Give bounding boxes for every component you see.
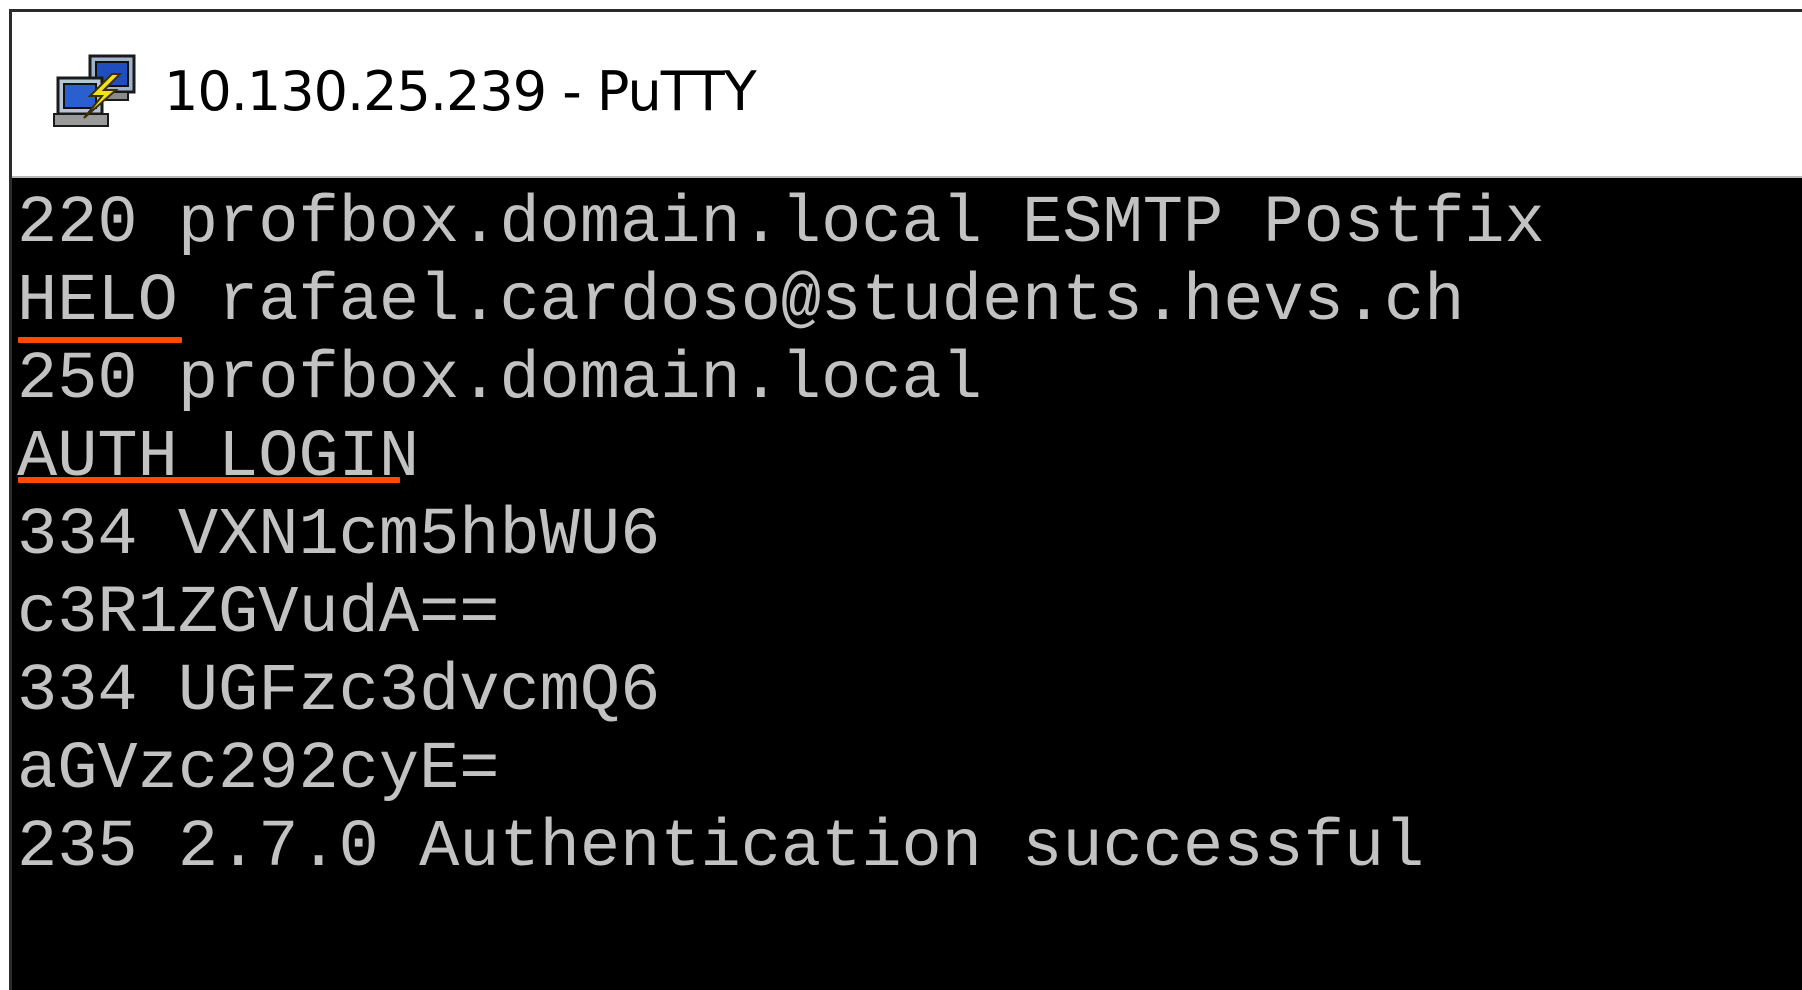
terminal-line: AUTH LOGIN	[17, 420, 420, 496]
auth-login-underline	[18, 477, 400, 483]
title-bar[interactable]: 10.130.25.239 - PuTTY	[12, 12, 1802, 178]
terminal-line: c3R1ZGVudA==	[17, 576, 500, 652]
terminal-line: 250 profbox.domain.local	[17, 342, 982, 418]
terminal-line: 220 profbox.domain.local ESMTP Postfix	[17, 186, 1545, 262]
terminal-line: aGVzc292cyE=	[17, 732, 500, 808]
terminal-line: 334 VXN1cm5hbWU6	[17, 498, 661, 574]
terminal-line: 235 2.7.0 Authentication successful	[17, 810, 1425, 886]
putty-icon	[50, 52, 146, 130]
terminal-area[interactable]: 220 profbox.domain.local ESMTP Postfix H…	[12, 178, 1802, 990]
terminal-line: HELO rafael.cardoso@students.hevs.ch	[17, 264, 1465, 340]
terminal-line: 334 UGFzc3dvcmQ6	[17, 654, 661, 730]
window-title: 10.130.25.239 - PuTTY	[164, 60, 757, 123]
putty-window: 10.130.25.239 - PuTTY 220 profbox.domain…	[9, 9, 1802, 990]
